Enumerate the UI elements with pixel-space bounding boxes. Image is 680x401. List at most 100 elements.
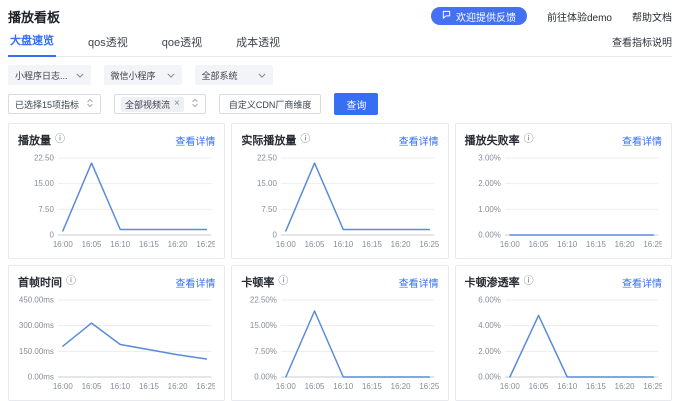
- svg-text:0.00%: 0.00%: [255, 372, 278, 381]
- svg-text:16:25: 16:25: [643, 382, 662, 391]
- card-header: 实际播放量 ⓘ 查看详情: [241, 132, 438, 148]
- line-chart-play-failure-rate: 3.00%2.00%1.00%0.00%16:0016:0516:1016:15…: [465, 149, 662, 253]
- card-header: 卡顿渗透率 ⓘ 查看详情: [465, 274, 662, 290]
- help-doc-link[interactable]: 帮助文档: [632, 9, 672, 24]
- chart-title: 首帧时间: [18, 274, 62, 290]
- view-details-link[interactable]: 查看详情: [622, 275, 662, 290]
- svg-text:16:10: 16:10: [110, 382, 130, 391]
- info-icon[interactable]: ⓘ: [524, 277, 534, 287]
- svg-text:16:05: 16:05: [305, 240, 325, 249]
- svg-text:16:05: 16:05: [82, 382, 102, 391]
- svg-text:0.00ms: 0.00ms: [28, 372, 54, 381]
- svg-text:16:25: 16:25: [420, 240, 439, 249]
- line-chart-play-volume: 22.5015.007.50016:0016:0516:1016:1516:20…: [18, 149, 215, 253]
- feedback-icon: [442, 10, 451, 22]
- close-icon[interactable]: ×: [174, 99, 180, 109]
- platform-select[interactable]: 微信小程序: [104, 65, 182, 85]
- view-details-link[interactable]: 查看详情: [175, 275, 215, 290]
- card-header: 播放失败率 ⓘ 查看详情: [465, 132, 662, 148]
- app-select[interactable]: 小程序日志...: [8, 65, 91, 85]
- svg-text:2.00%: 2.00%: [478, 179, 501, 188]
- svg-text:16:10: 16:10: [557, 382, 577, 391]
- stream-tag: 全部视频流 ×: [121, 97, 184, 112]
- svg-text:16:00: 16:00: [276, 382, 296, 391]
- svg-text:0.00%: 0.00%: [478, 230, 501, 239]
- svg-text:0.00%: 0.00%: [478, 372, 501, 381]
- card-header: 首帧时间 ⓘ 查看详情: [18, 274, 215, 290]
- custom-cdn-button[interactable]: 自定义CDN厂商维度: [219, 94, 322, 114]
- info-icon[interactable]: ⓘ: [66, 277, 76, 287]
- svg-text:0: 0: [49, 230, 54, 239]
- svg-text:16:25: 16:25: [420, 382, 439, 391]
- chevron-down-icon: [258, 70, 266, 80]
- line-chart-stall-penetration-rate: 6.00%4.00%2.00%0.00%16:0016:0516:1016:15…: [465, 291, 662, 395]
- view-details-link[interactable]: 查看详情: [622, 133, 662, 148]
- svg-text:16:00: 16:00: [500, 240, 520, 249]
- custom-cdn-label: 自定义CDN厂商维度: [229, 98, 312, 111]
- metric-help-link[interactable]: 查看指标说明: [612, 34, 672, 56]
- svg-text:22.50%: 22.50%: [250, 295, 277, 304]
- svg-text:16:25: 16:25: [196, 382, 215, 391]
- app-select-value: 小程序日志...: [15, 69, 68, 82]
- platform-select-value: 微信小程序: [111, 69, 156, 82]
- feedback-button[interactable]: 欢迎提供反馈: [431, 7, 527, 25]
- line-chart-actual-play-volume: 22.5015.007.50016:0016:0516:1016:1516:20…: [241, 149, 438, 253]
- chart-card-stall-rate: 卡顿率 ⓘ 查看详情 22.50%15.00%7.50%0.00%16:0016…: [231, 265, 448, 401]
- svg-text:16:00: 16:00: [53, 240, 73, 249]
- filter-row-secondary: 已选择15项指标 全部视频流 × 自定义CDN厂商维度 查询: [8, 93, 672, 115]
- svg-text:16:00: 16:00: [276, 240, 296, 249]
- info-icon[interactable]: ⓘ: [55, 135, 65, 145]
- svg-text:16:10: 16:10: [110, 240, 130, 249]
- chart-grid: 播放量 ⓘ 查看详情 22.5015.007.50016:0016:0516:1…: [8, 123, 672, 401]
- metrics-multiselect-value: 已选择15项指标: [15, 98, 79, 111]
- chart-title: 播放失败率: [465, 132, 520, 148]
- svg-text:1.00%: 1.00%: [478, 205, 501, 214]
- svg-text:16:15: 16:15: [362, 240, 382, 249]
- chart-title: 实际播放量: [241, 132, 296, 148]
- os-select[interactable]: 全部系统: [195, 65, 273, 85]
- svg-text:16:20: 16:20: [391, 382, 411, 391]
- svg-text:16:10: 16:10: [557, 240, 577, 249]
- tab-qoe[interactable]: qoe透视: [160, 34, 204, 57]
- query-button[interactable]: 查询: [334, 93, 378, 115]
- svg-text:7.50%: 7.50%: [255, 347, 278, 356]
- svg-text:16:15: 16:15: [362, 382, 382, 391]
- metrics-multiselect[interactable]: 已选择15项指标: [8, 94, 101, 114]
- svg-text:16:05: 16:05: [305, 382, 325, 391]
- svg-text:22.50: 22.50: [34, 153, 54, 162]
- svg-text:16:10: 16:10: [334, 382, 354, 391]
- info-icon[interactable]: ⓘ: [524, 135, 534, 145]
- svg-text:16:20: 16:20: [168, 240, 188, 249]
- stream-multiselect[interactable]: 全部视频流 ×: [114, 94, 206, 114]
- svg-text:16:20: 16:20: [168, 382, 188, 391]
- tab-qos[interactable]: qos透视: [86, 34, 130, 57]
- svg-text:16:15: 16:15: [139, 382, 159, 391]
- chart-title: 卡顿率: [241, 274, 274, 290]
- page-title: 播放看板: [8, 7, 60, 26]
- svg-text:450.00ms: 450.00ms: [19, 295, 54, 304]
- chart-card-first-frame-time: 首帧时间 ⓘ 查看详情 450.00ms300.00ms150.00ms0.00…: [8, 265, 225, 401]
- svg-text:16:00: 16:00: [500, 382, 520, 391]
- tab-cost[interactable]: 成本透视: [234, 34, 282, 57]
- demo-link[interactable]: 前往体验demo: [547, 9, 612, 24]
- info-icon[interactable]: ⓘ: [278, 277, 288, 287]
- stream-tag-label: 全部视频流: [125, 98, 170, 111]
- chart-card-play-volume: 播放量 ⓘ 查看详情 22.5015.007.50016:0016:0516:1…: [8, 123, 225, 259]
- line-chart-first-frame-time: 450.00ms300.00ms150.00ms0.00ms16:0016:05…: [18, 291, 215, 395]
- svg-text:16:25: 16:25: [643, 240, 662, 249]
- chart-card-actual-play-volume: 实际播放量 ⓘ 查看详情 22.5015.007.50016:0016:0516…: [231, 123, 448, 259]
- svg-text:16:15: 16:15: [586, 382, 606, 391]
- svg-text:15.00: 15.00: [257, 179, 277, 188]
- svg-text:7.50: 7.50: [262, 205, 278, 214]
- feedback-button-label: 欢迎提供反馈: [456, 9, 516, 24]
- view-details-link[interactable]: 查看详情: [399, 275, 439, 290]
- updown-chevron-icon: [86, 98, 94, 110]
- os-select-value: 全部系统: [202, 69, 238, 82]
- info-icon[interactable]: ⓘ: [300, 135, 310, 145]
- tab-overview[interactable]: 大盘速览: [8, 32, 56, 57]
- view-details-link[interactable]: 查看详情: [399, 133, 439, 148]
- svg-text:300.00ms: 300.00ms: [19, 321, 54, 330]
- svg-text:16:05: 16:05: [528, 382, 548, 391]
- svg-text:16:00: 16:00: [53, 382, 73, 391]
- view-details-link[interactable]: 查看详情: [175, 133, 215, 148]
